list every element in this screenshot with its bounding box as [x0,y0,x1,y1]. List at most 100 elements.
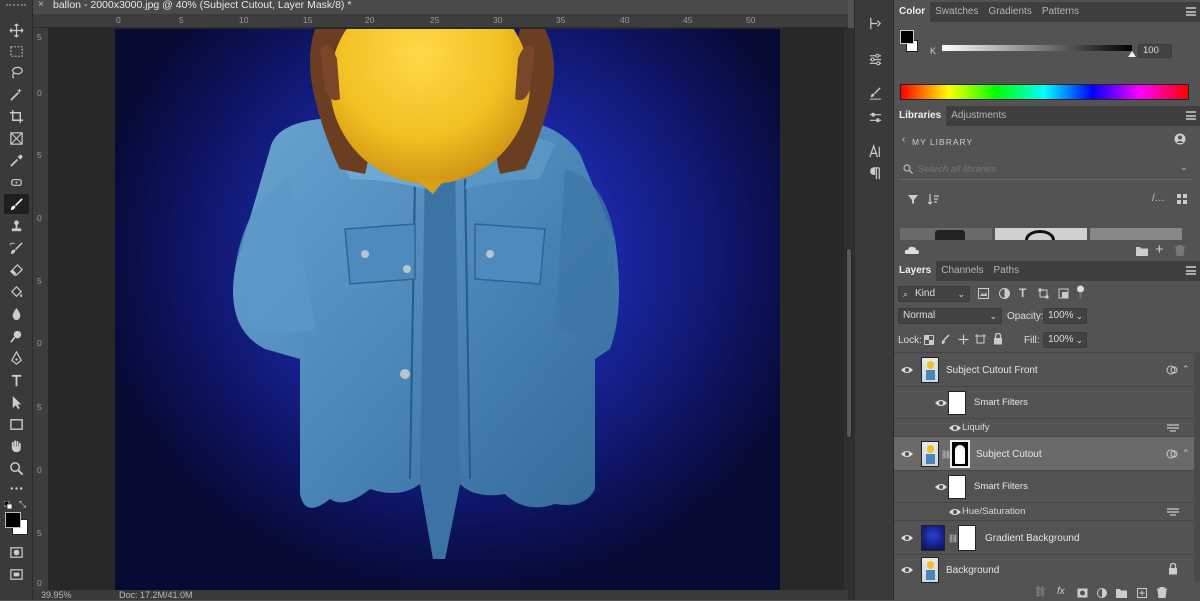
layer-thumbnail[interactable] [921,357,939,383]
tab-swatches[interactable]: Swatches [930,2,983,22]
type-tool[interactable] [4,370,29,390]
marquee-tool[interactable] [4,41,29,61]
add-user-icon[interactable] [1174,133,1186,145]
add-mask-icon[interactable] [1077,588,1088,598]
lock-transparent-pixels-icon[interactable] [924,335,934,345]
character-panel-button[interactable] [866,142,884,160]
panel-menu-icon[interactable] [1186,266,1196,275]
type-layer-filter-icon[interactable]: T [1019,286,1026,300]
document-tab[interactable]: × ballon - 2000x3000.jpg @ 40% (Subject … [33,0,848,14]
vertical-ruler[interactable]: 5 0 5 0 5 0 5 0 5 0 [33,28,49,600]
back-chevron-icon[interactable]: ‹ [902,134,905,145]
cloud-icon[interactable] [904,245,920,255]
smart-filter-mask-thumbnail[interactable] [948,391,966,415]
eyedropper-tool[interactable] [4,150,29,170]
eraser-tool[interactable] [4,260,29,280]
tab-channels[interactable]: Channels [936,261,988,281]
visibility-eye-icon[interactable] [900,565,914,575]
frame-tool[interactable] [4,128,29,148]
paragraph-panel-button[interactable] [866,164,884,182]
zoom-tool[interactable] [4,458,29,478]
layer-name[interactable]: Gradient Background [985,533,1080,544]
visibility-eye-icon[interactable] [948,423,961,433]
panel-menu-icon[interactable] [1186,111,1196,120]
lock-artboard-icon[interactable] [975,334,986,345]
default-colors-icon[interactable] [3,500,13,510]
lock-all-icon[interactable] [993,332,1003,345]
properties-panel-button[interactable] [866,50,884,68]
lock-position-icon[interactable] [958,334,969,345]
grid-view-icon[interactable] [1176,193,1188,205]
layer-thumbnail[interactable] [921,557,939,583]
move-tool[interactable] [4,20,29,40]
layer-name[interactable]: Background [946,565,999,576]
link-layers-icon[interactable]: ⛓ [1034,587,1047,598]
shape-layer-filter-icon[interactable] [1038,288,1049,299]
lasso-tool[interactable] [4,62,29,82]
visibility-eye-icon[interactable] [948,507,961,517]
adjust-panel-button[interactable] [866,108,884,126]
new-adjustment-layer-icon[interactable] [1097,588,1107,598]
history-brush-tool[interactable] [4,238,29,258]
delete-layer-icon[interactable] [1157,587,1167,599]
tab-paths[interactable]: Paths [989,261,1025,281]
crop-tool[interactable] [4,106,29,126]
healing-brush-tool[interactable] [4,172,29,192]
layer-mask-thumbnail[interactable] [950,440,970,468]
tab-gradients[interactable]: Gradients [983,2,1036,22]
layer-mask-thumbnail[interactable] [958,525,976,551]
pixel-layer-filter-icon[interactable] [978,288,989,299]
smart-object-filter-icon[interactable] [1058,288,1069,299]
layer-row-gradient-background[interactable]: ⛓ Gradient Background [894,521,1194,555]
chevron-down-icon[interactable]: ⌄ [1180,162,1188,173]
fx-icon[interactable]: fx [1057,586,1065,597]
magic-wand-tool[interactable] [4,84,29,104]
library-search-input[interactable] [918,162,1158,177]
library-name[interactable]: MY LIBRARY [912,137,973,147]
edit-icon[interactable]: /… [1152,193,1165,204]
adjustment-layer-filter-icon[interactable] [999,288,1010,299]
filter-row-hue-saturation[interactable]: Hue/Saturation [894,503,1194,521]
library-asset-thumbnail[interactable] [1090,228,1182,240]
brush-tool[interactable] [4,194,29,214]
sort-icon[interactable] [927,193,940,205]
path-selection-tool[interactable] [4,392,29,412]
brushes-panel-button[interactable] [866,84,884,102]
expand-chevron-icon[interactable]: ⌃ [1182,364,1190,375]
horizontal-ruler[interactable]: 0 5 10 15 20 25 30 35 40 45 50 [33,14,848,28]
foreground-color-swatch[interactable] [5,512,21,528]
layer-filter-dropdown[interactable]: ⌕ Kind ⌄ [898,286,970,302]
blur-tool[interactable] [4,304,29,324]
add-icon[interactable]: + [1155,241,1164,258]
layer-thumbnail[interactable] [921,525,945,551]
visibility-eye-icon[interactable] [900,533,914,543]
rectangle-tool[interactable] [4,414,29,434]
filter-blending-options-icon[interactable] [1167,423,1179,433]
document-canvas[interactable] [115,29,780,592]
visibility-eye-icon[interactable] [900,365,914,375]
lock-icon[interactable] [1168,562,1178,575]
filter-icon[interactable] [907,193,919,205]
canvas-vertical-scrollbar[interactable] [844,28,854,600]
fill-field[interactable]: 100% ⌄ [1043,332,1087,348]
clone-stamp-tool[interactable] [4,216,29,236]
scrollbar-thumb[interactable] [846,248,852,438]
new-layer-icon[interactable] [1137,588,1147,598]
layer-row-subject-cutout[interactable]: ⛓ Subject Cutout ⌃ [894,437,1194,471]
hand-tool[interactable] [4,436,29,456]
k-slider-track[interactable] [942,45,1132,51]
panel-grip[interactable] [6,4,26,12]
blend-mode-dropdown[interactable]: Normal ⌄ [898,308,1002,324]
library-asset-thumbnail[interactable] [995,228,1087,240]
panel-menu-icon[interactable] [1186,7,1196,16]
color-panel-foreground-swatch[interactable] [900,30,914,44]
tab-libraries[interactable]: Libraries [894,106,947,126]
smart-filters-badge-icon[interactable] [1166,364,1178,376]
document-size-info[interactable]: Doc: 17.2M/41.0M [119,590,193,600]
folder-icon[interactable] [1136,246,1148,256]
new-group-icon[interactable] [1116,588,1127,598]
k-value-field[interactable]: 100 [1138,44,1172,58]
layer-row-background[interactable]: Background [894,555,1194,585]
layer-name[interactable]: Subject Cutout [976,449,1042,460]
tab-layers[interactable]: Layers [894,261,937,281]
